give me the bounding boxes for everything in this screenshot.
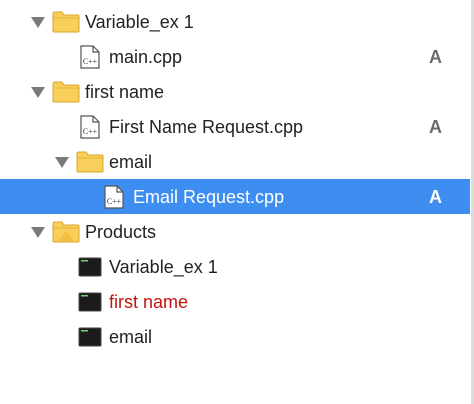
- source-control-status-badge: A: [429, 117, 442, 137]
- source-control-status-badge: A: [429, 187, 442, 207]
- group-row-first-name[interactable]: first name: [0, 74, 470, 109]
- file-row-email-request-cpp[interactable]: C++ Email Request.cpp A: [0, 179, 470, 214]
- file-row-first-name-request-cpp[interactable]: C++ First Name Request.cpp A: [0, 109, 470, 144]
- product-row-email[interactable]: email: [0, 319, 470, 354]
- disclosure-triangle-icon[interactable]: [31, 17, 45, 28]
- group-row-email[interactable]: email: [0, 144, 470, 179]
- svg-text:C++: C++: [83, 127, 98, 136]
- file-label: First Name Request.cpp: [109, 117, 304, 137]
- cpp-file-icon: C++: [80, 45, 100, 74]
- file-label: Email Request.cpp: [133, 187, 285, 207]
- svg-text:C++: C++: [107, 197, 122, 206]
- folder-icon: [52, 11, 80, 38]
- product-row-first-name[interactable]: first name: [0, 284, 470, 319]
- folder-icon: [52, 81, 80, 108]
- cpp-file-icon: C++: [80, 115, 100, 144]
- product-row-variable-ex-1[interactable]: Variable_ex 1: [0, 249, 470, 284]
- svg-text:C++: C++: [83, 57, 98, 66]
- product-label: Variable_ex 1: [109, 257, 218, 277]
- project-navigator: Variable_ex 1 C++ main.cpp A first name: [0, 0, 474, 404]
- disclosure-triangle-icon[interactable]: [55, 157, 69, 168]
- group-row-products[interactable]: Products: [0, 214, 470, 249]
- cpp-file-icon: C++: [104, 185, 124, 214]
- executable-icon: [78, 257, 102, 282]
- file-label: main.cpp: [109, 47, 183, 67]
- folder-icon: [76, 151, 104, 178]
- group-label: Products: [85, 222, 157, 242]
- file-row-main-cpp[interactable]: C++ main.cpp A: [0, 39, 470, 74]
- disclosure-triangle-icon[interactable]: [31, 227, 45, 238]
- product-label-missing: first name: [109, 292, 189, 312]
- executable-icon: [78, 292, 102, 317]
- group-label: Variable_ex 1: [85, 12, 194, 32]
- disclosure-triangle-icon[interactable]: [31, 87, 45, 98]
- group-label: email: [109, 152, 153, 172]
- group-row-variable-ex-1[interactable]: Variable_ex 1: [0, 4, 470, 39]
- products-folder-icon: [52, 221, 80, 248]
- group-label: first name: [85, 82, 165, 102]
- executable-icon: [78, 327, 102, 352]
- source-control-status-badge: A: [429, 47, 442, 67]
- product-label: email: [109, 327, 153, 347]
